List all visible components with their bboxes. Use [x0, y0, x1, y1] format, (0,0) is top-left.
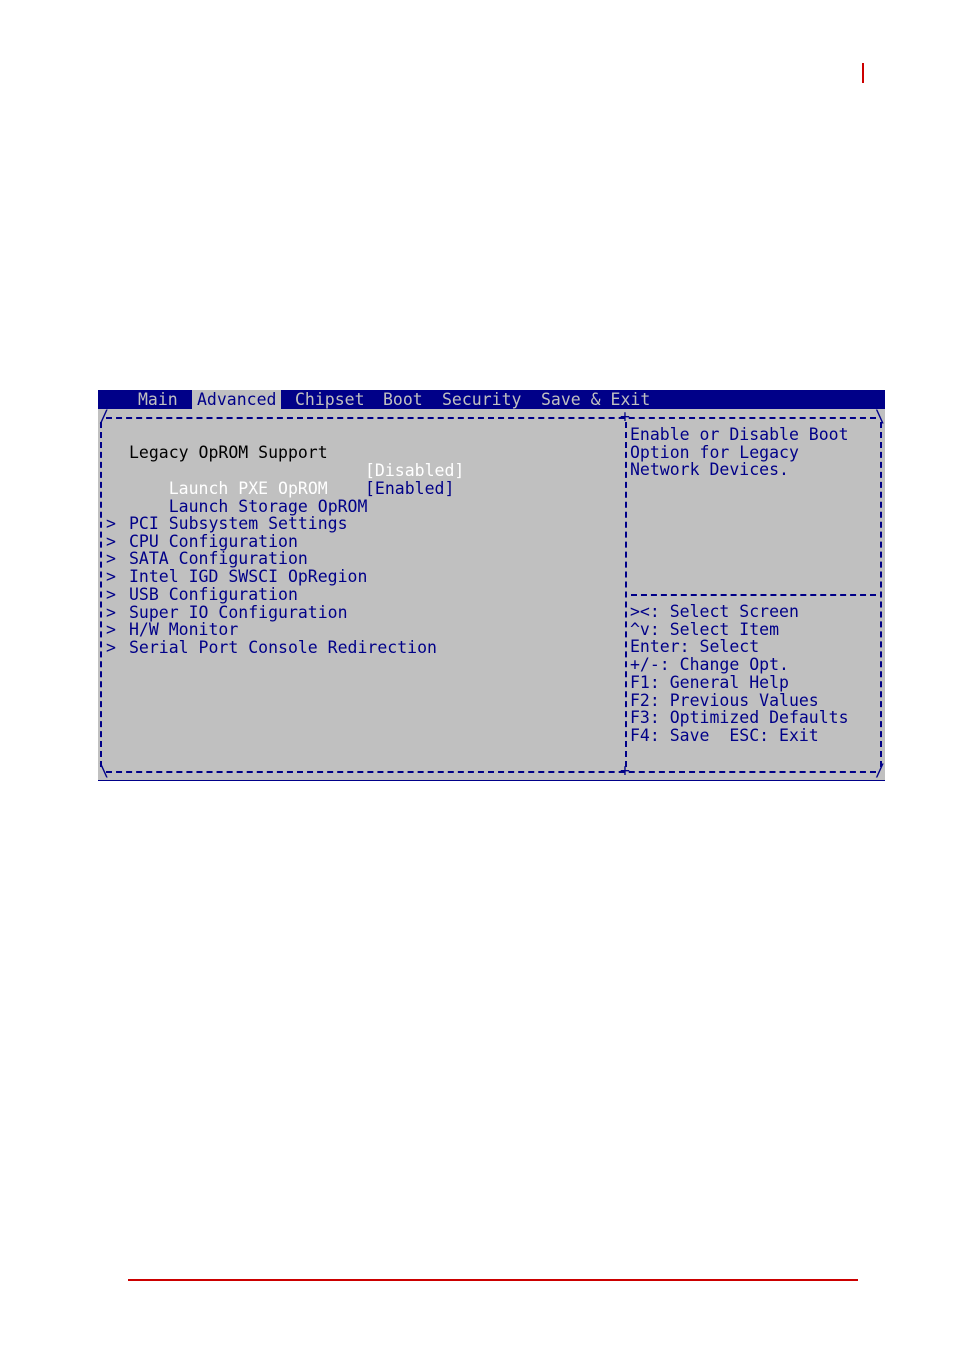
tab-security[interactable]: Security — [437, 390, 526, 409]
help-text-line: Option for Legacy — [630, 442, 799, 462]
key-help-line: Enter: Select — [630, 637, 760, 657]
tab-boot[interactable]: Boot — [378, 390, 428, 409]
frame-junction-bottom: + — [620, 761, 630, 780]
key-help-line: F3: Optimized Defaults — [630, 708, 849, 728]
setting-value-launch-pxe-oprom[interactable]: [Disabled] — [365, 462, 464, 480]
frame-corner-bottom-left: \ — [99, 761, 109, 780]
frame-left-border — [100, 422, 102, 767]
tab-advanced[interactable]: Advanced — [192, 390, 282, 409]
tab-main[interactable]: Main — [133, 390, 183, 409]
submenu-item[interactable]: CPU Configuration — [129, 532, 298, 551]
key-help-line: F1: General Help — [630, 672, 789, 692]
frame-top-border — [106, 417, 876, 419]
submenu-item[interactable]: PCI Subsystem Settings — [129, 515, 348, 533]
bios-menu-bar: Main Advanced Chipset Boot Security Save… — [98, 390, 885, 409]
help-text-line: Enable or Disable Boot — [630, 425, 849, 444]
submenu-arrow-icon: > — [106, 584, 116, 604]
frame-corner-bottom-right: / — [875, 761, 885, 780]
help-separator — [631, 594, 876, 596]
tab-chipset[interactable]: Chipset — [290, 390, 370, 409]
key-help-line: F4: Save ESC: Exit — [630, 725, 819, 745]
page-edge-marker — [862, 63, 864, 83]
key-help-line: ^v: Select Item — [630, 619, 780, 639]
frame-junction-top: + — [620, 407, 630, 426]
submenu-item[interactable]: SATA Configuration — [129, 550, 308, 568]
tab-save-exit[interactable]: Save & Exit — [536, 390, 655, 409]
setting-launch-storage-oprom[interactable]: Launch Storage OpROM — [129, 480, 368, 515]
key-help-line: +/-: Change Opt. — [630, 655, 789, 675]
footer-rule — [128, 1279, 858, 1281]
section-title: Legacy OpROM Support — [129, 443, 328, 462]
submenu-item[interactable]: Intel IGD SWSCI OpRegion — [129, 568, 367, 586]
key-help-line: F2: Previous Values — [630, 690, 819, 710]
frame-corner-top-right: \ — [875, 407, 885, 426]
submenu-arrow-icon: > — [106, 637, 116, 657]
submenu-arrow-icon: > — [106, 620, 116, 640]
submenu-arrow-icon: > — [106, 602, 116, 622]
setting-value-launch-storage-oprom[interactable]: [Enabled] — [365, 480, 454, 498]
help-text-line: Network Devices. — [630, 460, 789, 480]
frame-bottom-border — [106, 771, 876, 773]
setting-launch-pxe-oprom[interactable]: Launch PXE OpROM — [129, 462, 328, 497]
submenu-item[interactable]: Serial Port Console Redirection — [129, 639, 437, 657]
setting-label: Launch Storage OpROM — [168, 496, 368, 516]
bios-screen: Main Advanced Chipset Boot Security Save… — [98, 390, 885, 781]
submenu-arrow-icon: > — [106, 567, 116, 587]
frame-right-border — [880, 422, 882, 767]
submenu-arrow-icon: > — [106, 531, 116, 551]
submenu-item[interactable]: USB Configuration — [129, 585, 298, 604]
frame-center-divider — [625, 422, 627, 767]
submenu-arrow-icon: > — [106, 514, 116, 533]
frame-corner-top-left: / — [99, 407, 109, 426]
submenu-arrow-icon: > — [106, 549, 116, 569]
submenu-item[interactable]: H/W Monitor — [129, 621, 238, 639]
key-help-line: ><: Select Screen — [630, 602, 799, 621]
submenu-item[interactable]: Super IO Configuration — [129, 603, 348, 622]
